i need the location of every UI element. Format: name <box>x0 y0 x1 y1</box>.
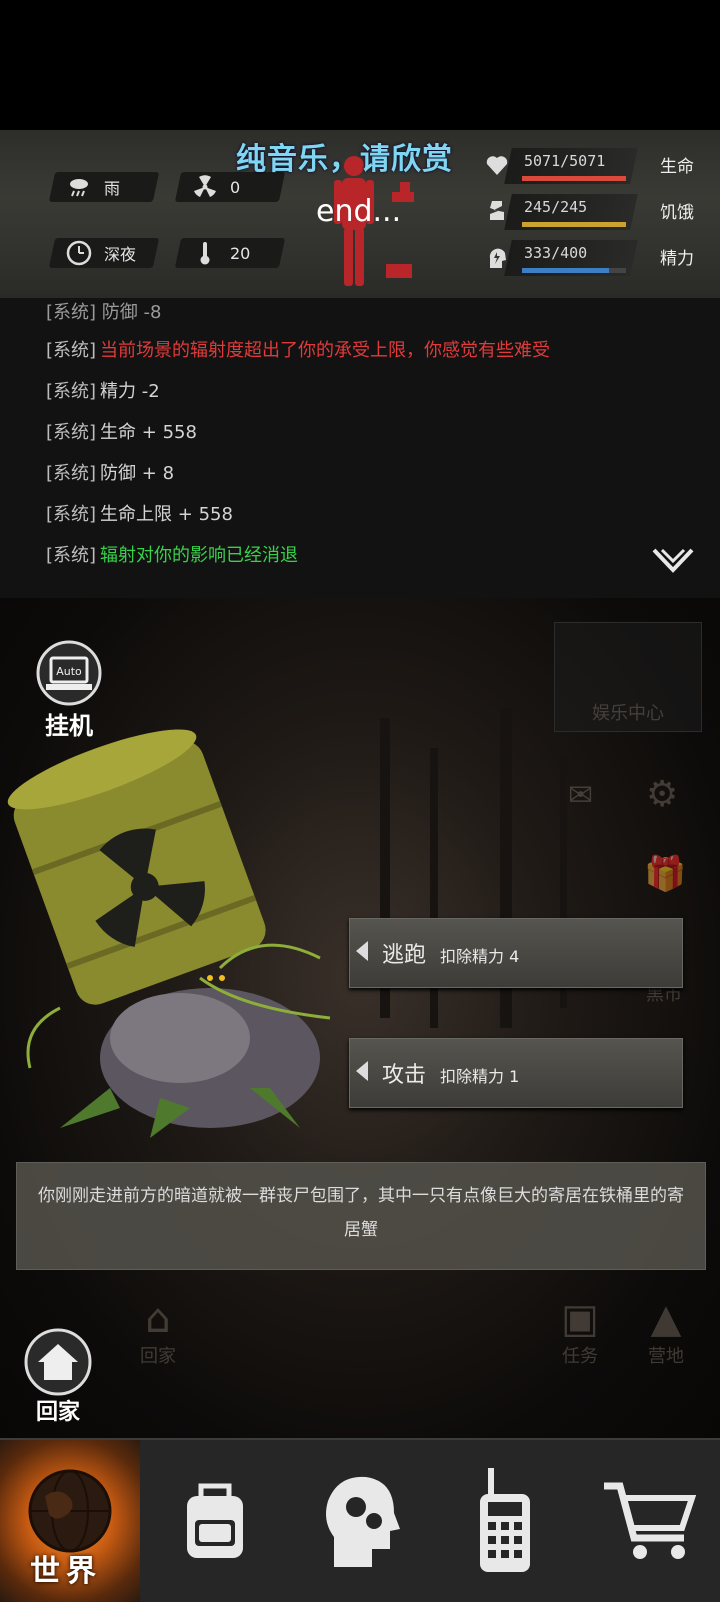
log-line-prefix: [系统] <box>46 422 97 443</box>
log-line-text: 精力 -2 <box>100 381 160 402</box>
temperature-pill: 20 <box>174 238 286 268</box>
bottom-nav: 世界 <box>0 1438 720 1602</box>
thermometer-icon <box>200 242 210 265</box>
go-home-button[interactable]: 回家 <box>20 1328 96 1426</box>
stat-health: 5071/5071 生命 <box>480 146 716 186</box>
heart-icon <box>486 156 508 175</box>
stat-hunger-fill <box>522 222 626 227</box>
radio-icon <box>480 1468 530 1572</box>
stat-energy-value: 333/400 <box>524 244 588 262</box>
house-icon <box>24 1328 92 1396</box>
log-line: [系统] 生命上限 + 558 <box>46 500 233 525</box>
status-panel: 雨 0 深夜 20 纯音乐，请欣赏 end... 5071/5071 生命 24… <box>0 130 720 298</box>
log-line: [系统] 精力 -2 <box>46 377 160 402</box>
log-line-partial: [系统] 防御 -8 <box>46 302 162 323</box>
log-line-prefix: [系统] <box>46 545 97 566</box>
flee-cost: 扣除精力 4 <box>440 947 520 966</box>
nav-radio-tab[interactable] <box>435 1440 575 1602</box>
skills-head-icon <box>326 1476 400 1567</box>
flee-button[interactable]: 逃跑 扣除精力 4 <box>349 918 683 988</box>
entertainment-label: 娱乐中心 <box>592 703 664 724</box>
energy-head-icon <box>489 248 506 268</box>
log-line-text: 防御 + 8 <box>100 463 175 484</box>
stat-health-fill <box>522 176 626 181</box>
stat-energy-label: 精力 <box>660 249 694 269</box>
home-label: 回家 <box>35 1400 80 1425</box>
nav-world-tab[interactable]: 世界 <box>0 1440 140 1602</box>
nav-shop-tab[interactable] <box>580 1440 720 1602</box>
weather-pill: 雨 <box>48 172 160 202</box>
clock-icon <box>66 240 92 266</box>
log-line: [系统] 辐射对你的影响已经消退 <box>46 541 299 566</box>
log-line-prefix: [系统] <box>46 381 97 402</box>
attack-cost: 扣除精力 1 <box>440 1067 520 1086</box>
log-line-prefix: [系统] <box>46 504 97 525</box>
flee-label: 逃跑 <box>382 943 427 968</box>
radiation-value: 0 <box>230 177 241 197</box>
time-pill: 深夜 <box>48 238 160 268</box>
camp-button[interactable]: ▲ 营地 <box>636 1296 696 1368</box>
log-line-text: 当前场景的辐射度超出了你的承受上限，你感觉有些难受 <box>100 340 551 361</box>
music-overlay-end: end... <box>316 194 402 229</box>
log-line-prefix: [系统] <box>46 463 97 484</box>
log-expand-chevron-icon[interactable] <box>650 546 696 576</box>
mail-icon[interactable]: ✉ <box>568 778 593 813</box>
stomach-icon <box>490 201 504 220</box>
log-line: [系统] 当前场景的辐射度超出了你的承受上限，你感觉有些难受 <box>46 336 551 361</box>
log-line: [系统] 防御 + 8 <box>46 459 175 484</box>
encounter-description: 你刚刚走进前方的暗道就被一群丧尸包围了，其中一只有点像巨大的寄居在铁桶里的寄居蟹 <box>16 1162 706 1270</box>
stat-health-label: 生命 <box>660 157 694 177</box>
nav-skills-tab[interactable] <box>290 1440 430 1602</box>
stat-hunger-label: 饥饿 <box>660 203 694 223</box>
auto-icon: Auto <box>36 640 102 706</box>
flee-arrow-icon <box>356 941 368 961</box>
nav-backpack-tab[interactable] <box>145 1440 285 1602</box>
stat-health-value: 5071/5071 <box>524 152 606 170</box>
backpack-icon <box>187 1483 243 1558</box>
battle-scene: Auto 挂机 娱乐中心 ✉ ⚙ 🎁 黑市 逃跑 扣除精力 4 攻击 扣除精力 … <box>0 598 720 1438</box>
home-ghost-button: ⌂ 回家 <box>140 1296 176 1367</box>
attack-arrow-icon <box>356 1061 368 1081</box>
log-line-text: 生命 + 558 <box>100 422 197 443</box>
rain-icon <box>70 179 88 197</box>
encounter-description-text: 你刚刚走进前方的暗道就被一群丧尸包围了，其中一只有点像巨大的寄居在铁桶里的寄居蟹 <box>38 1186 684 1240</box>
attack-button[interactable]: 攻击 扣除精力 1 <box>349 1038 683 1108</box>
log-line-prefix: [系统] <box>46 340 97 361</box>
entertainment-center-button[interactable]: 娱乐中心 <box>554 622 702 732</box>
log-line-text: 辐射对你的影响已经消退 <box>100 545 299 566</box>
svg-text:Auto: Auto <box>56 665 82 678</box>
auto-battle-button[interactable]: Auto 挂机 <box>34 640 104 740</box>
stat-energy-fill <box>522 268 609 273</box>
task-button[interactable]: ▣ 任务 <box>552 1296 608 1368</box>
music-overlay-title: 纯音乐，请欣赏 <box>236 142 453 177</box>
weather-value: 雨 <box>104 179 121 198</box>
gift-icon[interactable]: 🎁 <box>644 854 686 894</box>
enemy-barrel-crab <box>7 729 331 1138</box>
settings-gear-icon[interactable]: ⚙ <box>646 774 678 815</box>
message-log[interactable]: [系统] 防御 -8 [系统] 当前场景的辐射度超出了你的承受上限，你感觉有些难受… <box>0 298 720 600</box>
temperature-value: 20 <box>230 243 251 263</box>
stat-hunger-value: 245/245 <box>524 198 588 216</box>
attack-label: 攻击 <box>382 1063 427 1088</box>
log-line-text: 生命上限 + 558 <box>100 504 233 525</box>
stat-energy: 333/400 精力 <box>480 238 716 278</box>
nav-world-label: 世界 <box>30 1554 102 1589</box>
time-value: 深夜 <box>104 245 137 264</box>
log-line: [系统] 生命 + 558 <box>46 418 197 443</box>
stat-hunger: 245/245 饥饿 <box>480 192 716 232</box>
cart-icon <box>604 1482 697 1559</box>
radiation-icon <box>194 175 216 197</box>
